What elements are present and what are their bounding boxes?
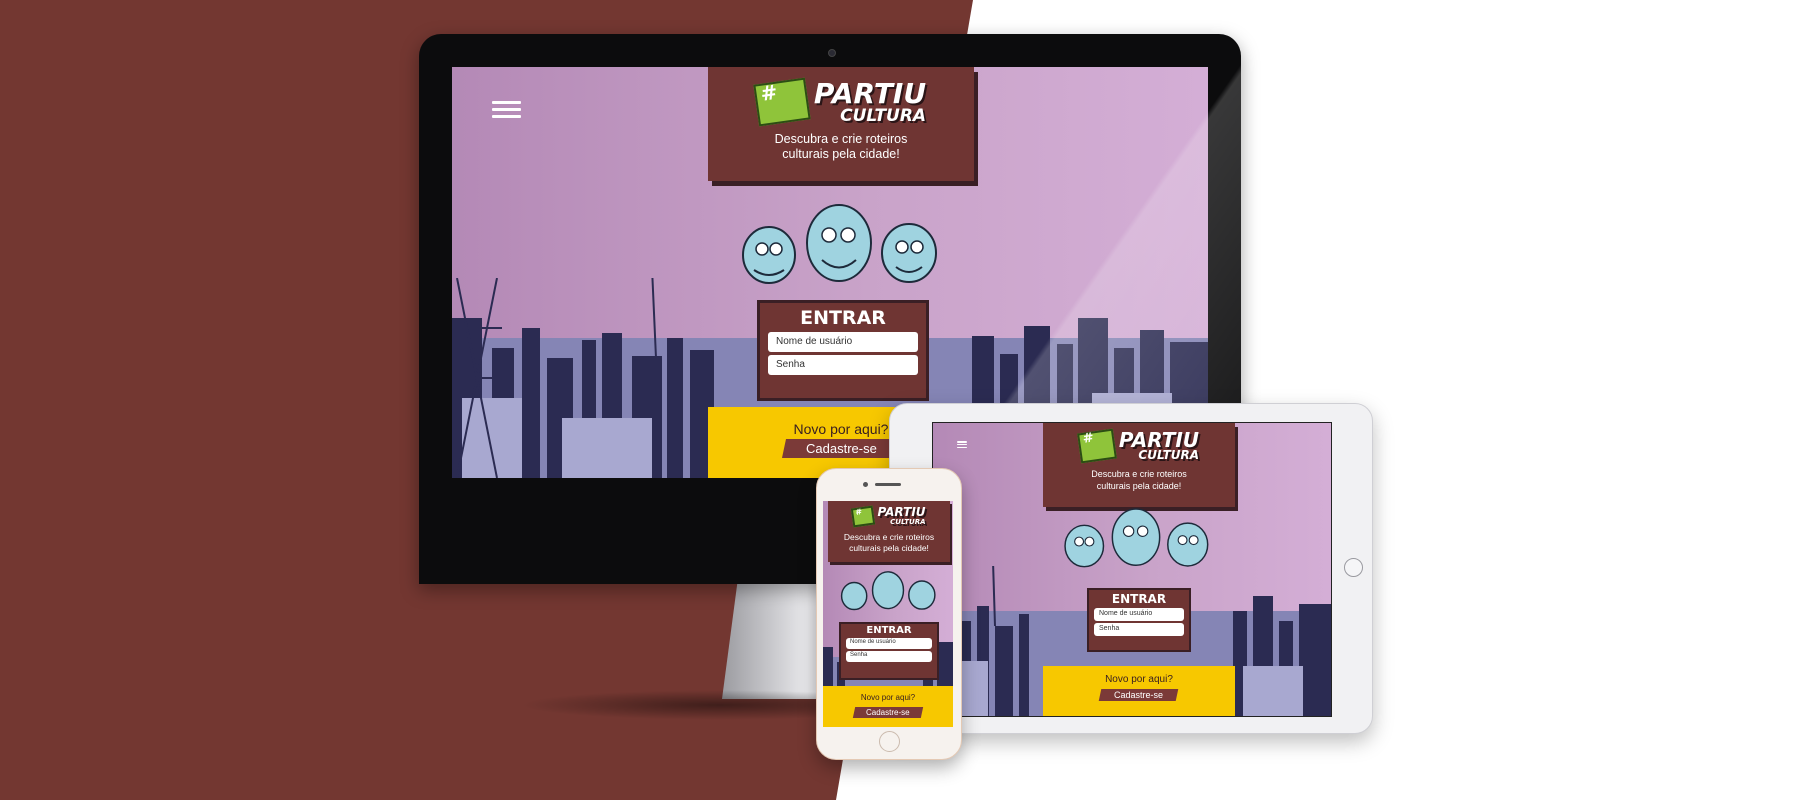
signup-question: Novo por aqui? bbox=[860, 693, 916, 702]
login-form: ENTRAR Nome de usuário Senha bbox=[757, 300, 929, 401]
password-input[interactable]: Senha bbox=[1094, 623, 1184, 636]
iphone-speaker bbox=[875, 483, 901, 486]
imac-camera bbox=[828, 49, 836, 57]
login-form: ENTRAR Nome de usuário Senha bbox=[1087, 588, 1191, 652]
hamburger-menu-icon[interactable] bbox=[492, 101, 521, 118]
iphone-home-button bbox=[879, 731, 900, 752]
mascot-characters-illustration bbox=[742, 204, 937, 284]
logo: # PARTIU CULTURA bbox=[708, 77, 974, 127]
signup-section: Novo por aqui? Cadastre-se bbox=[1043, 666, 1235, 716]
brand-header: # PARTIU CULTURA Descubra e crie roteiros… bbox=[828, 501, 950, 562]
iphone-camera bbox=[863, 482, 868, 487]
iphone-device: # PARTIU CULTURA Descubra e crie roteiros… bbox=[816, 468, 962, 760]
brand-header: # PARTIU CULTURA Descubra e crie roteiros… bbox=[708, 67, 974, 181]
login-title: ENTRAR bbox=[800, 307, 886, 329]
hamburger-menu-icon[interactable] bbox=[957, 441, 967, 448]
login-title: ENTRAR bbox=[1111, 592, 1167, 606]
signup-button[interactable]: Cadastre-se bbox=[853, 707, 923, 718]
login-title: ENTRAR bbox=[866, 625, 912, 636]
tablet-screen: # PARTIU CULTURA Descubra e crie roteiros… bbox=[932, 422, 1332, 717]
mobile-screen: # PARTIU CULTURA Descubra e crie roteiros… bbox=[823, 501, 953, 727]
logo-flag-icon: # bbox=[851, 505, 876, 528]
signup-section: Novo por aqui? Cadastre-se bbox=[823, 686, 953, 727]
username-input[interactable]: Nome de usuário bbox=[1094, 608, 1184, 621]
logo-flag-icon: # bbox=[1077, 428, 1117, 464]
logo-text: PARTIU CULTURA bbox=[813, 77, 927, 126]
username-input[interactable]: Nome de usuário bbox=[768, 332, 918, 352]
logo-text: PARTIU CULTURA bbox=[877, 505, 926, 526]
logo: # PARTIU CULTURA bbox=[828, 505, 950, 528]
logo-flag-icon: # bbox=[753, 77, 811, 127]
mascot-characters-illustration bbox=[1064, 508, 1209, 568]
logo-text: PARTIU CULTURA bbox=[1118, 428, 1200, 462]
tagline: Descubra e crie roteiros culturais pela c… bbox=[1091, 469, 1187, 491]
signup-button[interactable]: Cadastre-se bbox=[1099, 689, 1179, 701]
logo: # PARTIU CULTURA bbox=[1043, 428, 1235, 464]
username-input[interactable]: Nome de usuário bbox=[846, 638, 932, 649]
ipad-home-button bbox=[1344, 558, 1363, 577]
password-input[interactable]: Senha bbox=[846, 651, 932, 662]
login-form: ENTRAR Nome de usuário Senha bbox=[839, 622, 939, 680]
tagline: Descubra e crie roteiros culturais pela c… bbox=[774, 131, 908, 162]
tagline: Descubra e crie roteiros culturais pela c… bbox=[843, 532, 935, 553]
password-input[interactable]: Senha bbox=[768, 355, 918, 375]
brand-header: # PARTIU CULTURA Descubra e crie roteiros… bbox=[1043, 423, 1235, 507]
signup-button[interactable]: Cadastre-se bbox=[781, 439, 901, 458]
mascot-characters-illustration bbox=[840, 571, 936, 611]
signup-question: Novo por aqui? bbox=[1105, 674, 1173, 685]
